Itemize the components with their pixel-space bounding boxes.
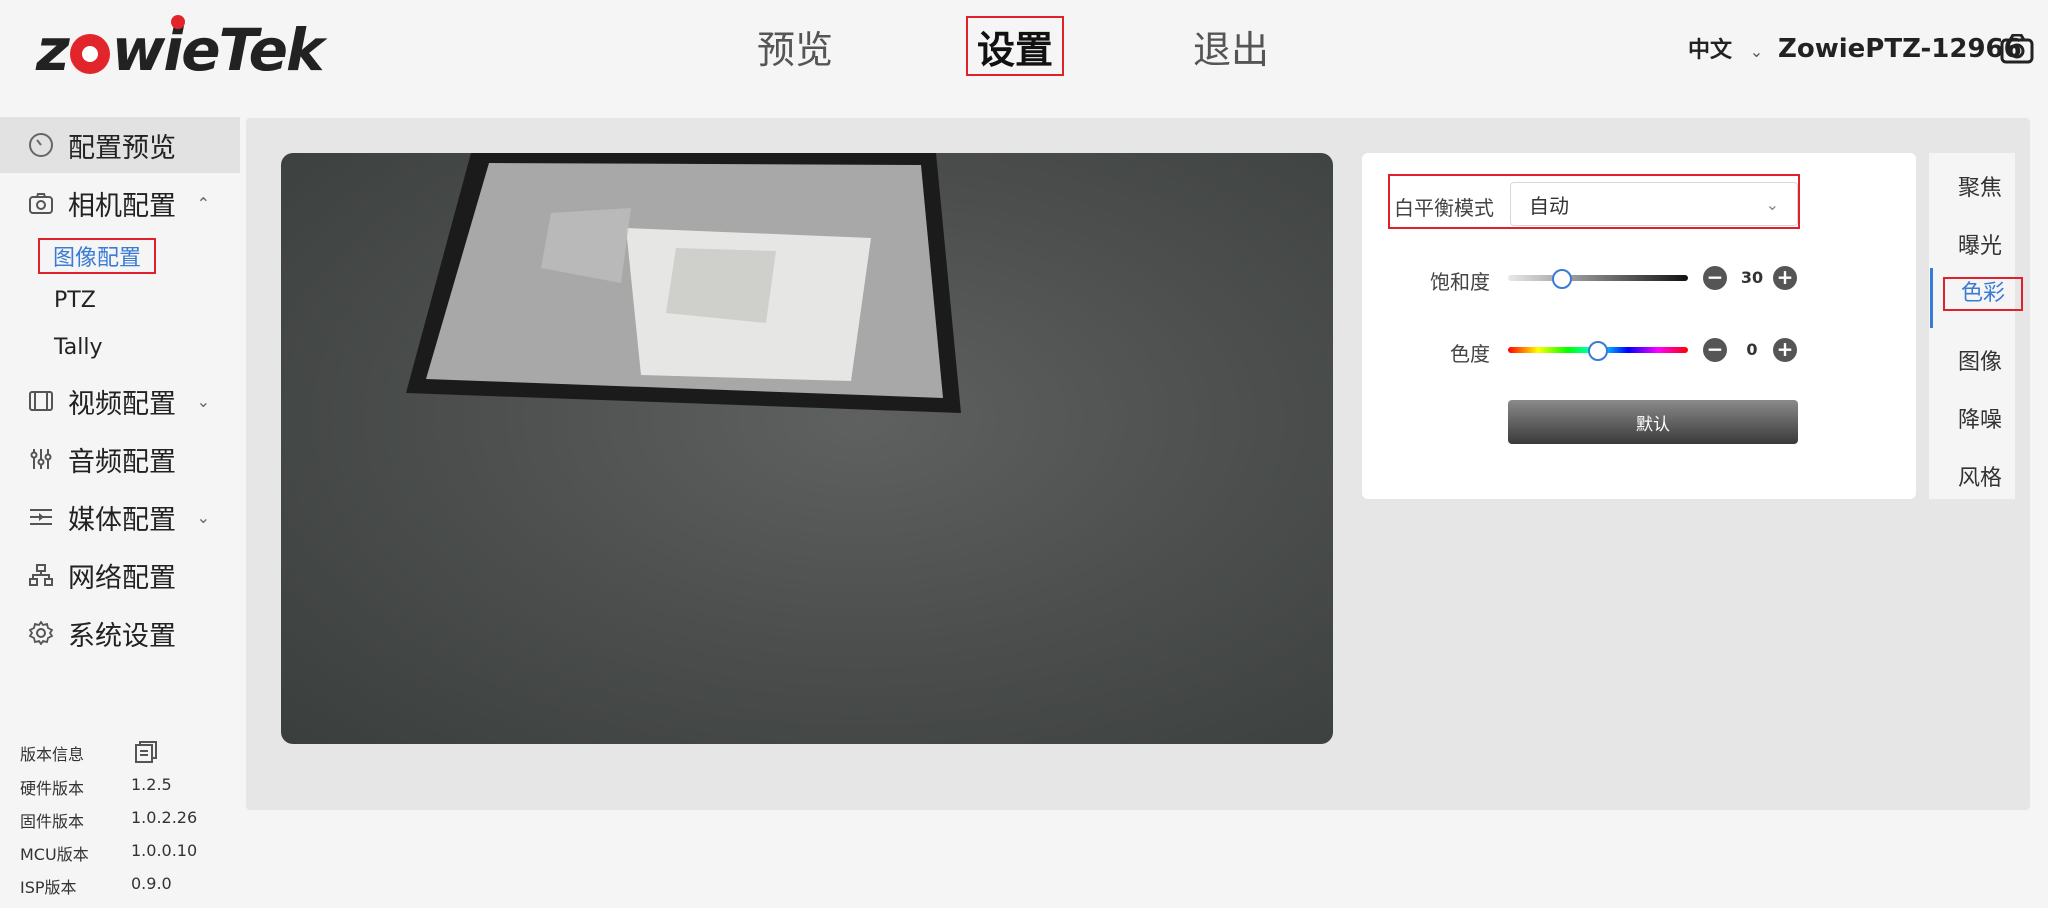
tab-style[interactable]: 风格	[1935, 460, 2025, 492]
white-balance-label: 白平衡模式	[1394, 196, 1494, 220]
sidebar-item-label: 媒体配置	[68, 504, 176, 536]
snapshot-camera-icon[interactable]	[2000, 33, 2034, 64]
hue-slider-handle[interactable]	[1588, 341, 1608, 361]
saturation-value: 30	[1740, 268, 1764, 287]
chevron-down-icon: ⌄	[1765, 194, 1779, 214]
tab-color[interactable]: 色彩	[1943, 277, 2023, 311]
network-icon	[28, 562, 54, 588]
chevron-down-icon: ⌄	[196, 507, 210, 527]
sidebar-item-label: 音频配置	[68, 446, 176, 478]
sidebar-subitem-tally[interactable]: Tally	[54, 335, 103, 360]
isp-version-value: 0.9.0	[131, 874, 172, 893]
hardware-version-value: 1.2.5	[131, 775, 172, 794]
sidebar-subitem-image-config[interactable]: 图像配置	[38, 238, 156, 274]
saturation-label: 饱和度	[1430, 270, 1490, 294]
audio-mixer-icon	[28, 446, 54, 472]
chevron-down-icon: ⌄	[196, 391, 210, 411]
media-icon	[28, 504, 54, 530]
white-balance-value: 自动	[1529, 193, 1569, 218]
gear-icon	[28, 620, 54, 646]
minus-icon[interactable]: −	[1703, 266, 1727, 290]
hardware-version-label: 硬件版本	[20, 779, 85, 798]
default-button[interactable]: 默认	[1508, 400, 1798, 444]
brand-logo: z wi eTek	[36, 15, 325, 84]
settings-tabs	[1929, 153, 2015, 499]
hue-label: 色度	[1450, 342, 1490, 366]
chevron-down-icon: ⌄	[1749, 42, 1764, 61]
language-select[interactable]: 中文 ⌄	[1688, 32, 1763, 64]
sidebar-item-audio-config[interactable]: 音频配置	[0, 431, 240, 487]
sidebar-item-config-preview[interactable]: 配置预览	[0, 117, 240, 173]
nav-logout[interactable]: 退出	[1176, 16, 1286, 76]
sidebar-item-system-settings[interactable]: 系统设置	[0, 605, 240, 661]
minus-icon[interactable]: −	[1703, 338, 1727, 362]
version-info-title: 版本信息	[20, 745, 85, 764]
sidebar-item-label: 配置预览	[68, 132, 176, 164]
sidebar-item-media-config[interactable]: 媒体配置 ⌄	[0, 489, 240, 545]
device-name: ZowiePTZ-12966	[1778, 34, 2022, 64]
dashboard-icon	[28, 132, 54, 158]
saturation-slider-handle[interactable]	[1552, 269, 1572, 289]
tab-image[interactable]: 图像	[1935, 344, 2025, 376]
camera-icon	[28, 190, 54, 216]
active-tab-indicator	[1930, 268, 1933, 328]
isp-version-label: ISP版本	[20, 878, 77, 897]
white-balance-select[interactable]: 自动 ⌄	[1510, 182, 1798, 226]
saturation-slider[interactable]	[1508, 275, 1688, 281]
hue-value: 0	[1746, 340, 1758, 359]
firmware-version-value: 1.0.2.26	[131, 808, 198, 827]
tab-noise-reduction[interactable]: 降噪	[1935, 402, 2025, 434]
sidebar-item-network-config[interactable]: 网络配置	[0, 547, 240, 603]
sidebar-subitem-ptz[interactable]: PTZ	[54, 288, 96, 313]
chevron-up-icon: ⌃	[196, 193, 210, 213]
tab-focus[interactable]: 聚焦	[1935, 170, 2025, 202]
copy-icon[interactable]	[134, 740, 158, 764]
video-icon	[28, 388, 54, 414]
nav-preview[interactable]: 预览	[740, 16, 850, 76]
sidebar-item-label: 视频配置	[68, 388, 176, 420]
sidebar-item-video-config[interactable]: 视频配置 ⌄	[0, 373, 240, 429]
sidebar-item-label: 系统设置	[68, 620, 176, 652]
sidebar-item-camera-config[interactable]: 相机配置 ⌃	[0, 175, 240, 231]
tab-exposure[interactable]: 曝光	[1935, 228, 2025, 260]
plus-icon[interactable]: +	[1773, 266, 1797, 290]
sidebar-item-label: 相机配置	[68, 190, 176, 222]
mcu-version-label: MCU版本	[20, 845, 89, 864]
nav-settings[interactable]: 设置	[966, 16, 1064, 76]
plus-icon[interactable]: +	[1773, 338, 1797, 362]
firmware-version-label: 固件版本	[20, 812, 85, 831]
sidebar-item-label: 网络配置	[68, 562, 176, 594]
mcu-version-value: 1.0.0.10	[131, 841, 198, 860]
camera-preview	[281, 153, 1333, 744]
